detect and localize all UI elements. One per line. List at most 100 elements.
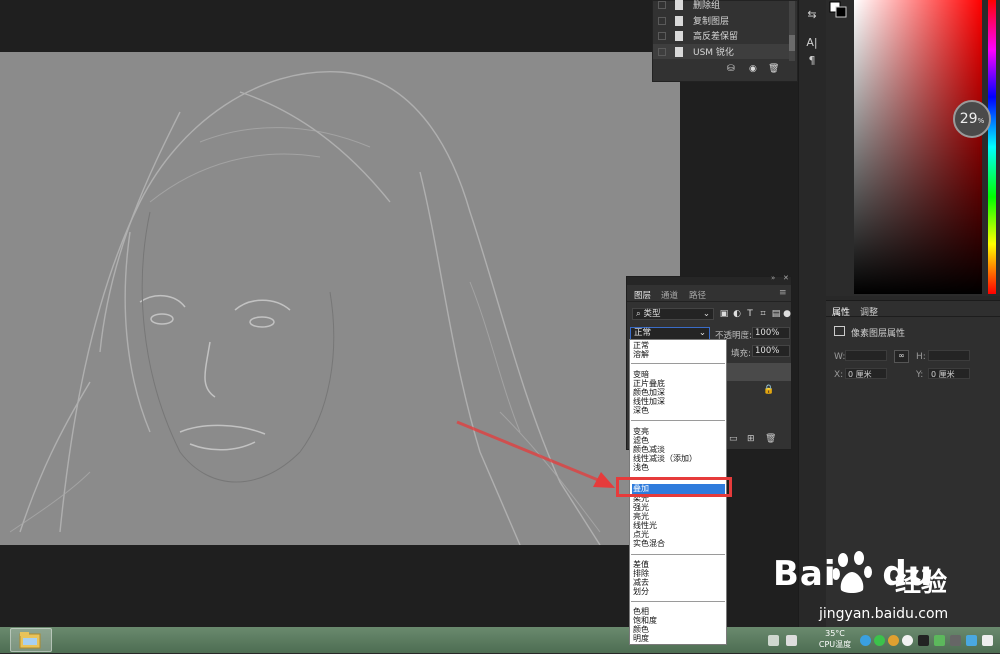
panel-menu-icon[interactable]: ≡	[779, 288, 787, 298]
x-label: X:	[834, 370, 844, 380]
layer-filter-select[interactable]: ⌕ 类型 ⌄	[632, 308, 714, 320]
system-tray: 35°C CPU温度	[760, 627, 1000, 653]
fill-label: 填充:	[731, 349, 751, 359]
menu-separator	[631, 420, 725, 421]
width-field[interactable]	[845, 350, 887, 361]
history-item-label: 删除组	[693, 1, 721, 11]
history-panel-icon[interactable]: ⇆	[805, 8, 819, 22]
cpu-temperature: 35°C CPU温度	[810, 628, 860, 650]
layer-row[interactable]	[727, 363, 791, 381]
height-field[interactable]	[928, 350, 970, 361]
collapse-icon[interactable]: »	[771, 274, 775, 282]
headset-icon[interactable]	[786, 635, 797, 646]
display-icon[interactable]	[950, 635, 961, 646]
history-checkbox[interactable]	[658, 31, 666, 40]
qq-icon[interactable]	[888, 635, 899, 646]
document-icon	[675, 15, 683, 26]
keyboard-icon[interactable]	[768, 635, 779, 646]
scrollbar-thumb[interactable]	[789, 35, 795, 51]
filter-toggle-icon[interactable]: ●	[782, 309, 792, 319]
history-item[interactable]: 高反差保留	[653, 28, 789, 43]
history-item-label: 高反差保留	[693, 32, 739, 42]
opacity-field[interactable]: 100%	[752, 327, 790, 339]
history-item-label: 复制图层	[693, 17, 730, 27]
fill-field[interactable]: 100%	[752, 345, 790, 357]
annotation-highlight-frame	[616, 477, 732, 497]
baidu-jingyan-watermark: Baixxdu 经验 jingyan.baidu.com	[773, 540, 1000, 630]
shield-icon[interactable]	[966, 635, 977, 646]
folder-icon	[19, 632, 41, 649]
y-field[interactable]: 0 厘米	[928, 368, 970, 379]
history-checkbox[interactable]	[658, 0, 666, 9]
tab-channels[interactable]: 通道	[661, 289, 678, 301]
nvidia-icon[interactable]	[934, 635, 945, 646]
x-field[interactable]: 0 厘米	[845, 368, 887, 379]
new-layer-icon[interactable]: ⊞	[747, 434, 755, 444]
network-status-icon[interactable]	[860, 635, 871, 646]
new-snapshot-icon[interactable]: ⛁	[727, 64, 735, 74]
chevron-down-icon: ⌄	[698, 328, 706, 338]
divider	[627, 301, 791, 302]
trash-icon[interactable]: 🗑	[768, 64, 779, 74]
smart-object-filter-icon[interactable]: ▤	[771, 309, 781, 319]
history-item-selected[interactable]: USM 锐化	[653, 44, 789, 59]
paragraph-panel-icon[interactable]: ¶	[805, 54, 819, 68]
blend-mode-value: 正常	[634, 328, 652, 338]
document-icon	[675, 0, 683, 10]
width-label: W:	[834, 352, 846, 362]
character-panel-icon[interactable]: A|	[805, 36, 819, 50]
menu-separator	[631, 554, 725, 555]
file-explorer-taskbar-button[interactable]	[10, 628, 52, 652]
close-icon[interactable]: ✕	[783, 274, 789, 282]
menu-item-hard-mix[interactable]: 实色混合	[632, 539, 725, 549]
history-checkbox[interactable]	[658, 16, 666, 25]
media-icon[interactable]	[918, 635, 929, 646]
tab-paths[interactable]: 路径	[689, 289, 706, 301]
security-icon[interactable]	[874, 635, 885, 646]
hue-slider[interactable]	[988, 0, 996, 294]
height-label: H:	[916, 352, 926, 362]
color-gradient-field[interactable]	[854, 0, 982, 294]
tab-layers[interactable]: 图层	[634, 289, 651, 301]
trash-icon[interactable]: 🗑	[765, 434, 776, 444]
panel-icon-strip: ⇆ A| ¶	[798, 0, 825, 627]
menu-item-divide[interactable]: 划分	[632, 587, 725, 597]
document-icon	[675, 30, 683, 41]
menu-item-dissolve[interactable]: 溶解	[632, 350, 725, 360]
history-item-label: USM 锐化	[693, 48, 734, 58]
history-item[interactable]: 复制图层	[653, 13, 789, 28]
chat-icon[interactable]	[902, 635, 913, 646]
shape-filter-icon[interactable]: ⌗	[758, 309, 768, 319]
pixel-filter-icon[interactable]: ▣	[719, 309, 729, 319]
history-scrollbar[interactable]	[789, 1, 795, 61]
zoom-indicator: 29%	[953, 100, 991, 138]
menu-separator	[631, 363, 725, 364]
menu-item-darker-color[interactable]: 深色	[632, 406, 725, 416]
history-checkbox[interactable]	[658, 47, 666, 56]
type-filter-icon[interactable]: T	[745, 309, 755, 319]
link-icon[interactable]: ∞	[894, 350, 909, 363]
menu-item-lighter-color[interactable]: 浅色	[632, 463, 725, 473]
pixel-layer-icon	[834, 326, 845, 336]
history-item[interactable]: 删除组	[653, 0, 789, 12]
zoom-value: 29	[959, 111, 978, 127]
panel-titlebar[interactable]: » ✕	[627, 274, 791, 285]
new-group-icon[interactable]: ▭	[729, 434, 738, 444]
zoom-unit: %	[977, 117, 985, 125]
temperature-label: CPU温度	[818, 640, 852, 649]
filter-label: 类型	[643, 309, 661, 319]
lock-icon: 🔒	[763, 385, 775, 395]
color-swatches[interactable]	[826, 0, 852, 20]
camera-icon[interactable]: ◉	[749, 64, 757, 74]
document-icon	[675, 46, 683, 57]
wifi-icon[interactable]	[982, 635, 993, 646]
chevron-down-icon: ⌄	[702, 309, 710, 319]
menu-item-luminosity[interactable]: 明度	[632, 634, 725, 644]
history-panel: 删除组 复制图层 高反差保留 USM 锐化 ⛁ ◉ 🗑	[652, 0, 798, 82]
adjustment-filter-icon[interactable]: ◐	[732, 309, 742, 319]
watermark-cn: 经验	[895, 568, 948, 598]
menu-separator	[631, 601, 725, 602]
baidu-paw-logo-icon	[833, 551, 872, 593]
y-label: Y:	[916, 370, 924, 380]
watermark-url: jingyan.baidu.com	[819, 606, 949, 622]
